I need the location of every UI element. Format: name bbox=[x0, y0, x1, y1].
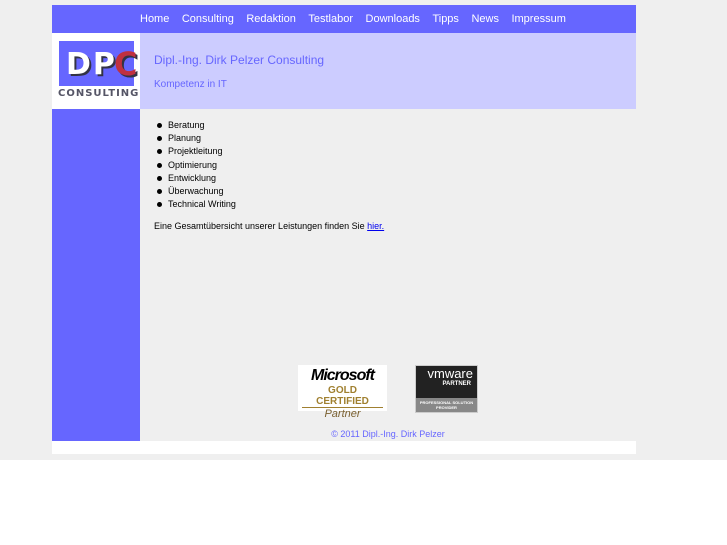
list-item: Entwicklung bbox=[157, 172, 636, 185]
ms-name: Microsoft bbox=[311, 367, 375, 384]
ms-level: GOLD CERTIFIED bbox=[302, 385, 383, 408]
copyright: © 2011 Dipl.-Ing. Dirk Pelzer bbox=[331, 429, 445, 439]
nav-news[interactable]: News bbox=[471, 13, 499, 25]
header: DP C CONSULTING Dipl.-Ing. Dirk Pelzer C… bbox=[52, 33, 636, 109]
list-item: Beratung bbox=[157, 119, 636, 132]
list-item: Planung bbox=[157, 132, 636, 145]
logo-subtitle: CONSULTING bbox=[58, 88, 140, 99]
nav-consulting[interactable]: Consulting bbox=[182, 13, 234, 25]
nav-testlabor[interactable]: Testlabor bbox=[308, 13, 353, 25]
vmware-badge: vmware PARTNER PROFESSIONAL SOLUTION PRO… bbox=[415, 365, 478, 413]
summary: Eine Gesamtübersicht unserer Leistungen … bbox=[154, 221, 384, 231]
vm-partner: PARTNER bbox=[442, 381, 471, 387]
services-list: Beratung Planung Projektleitung Optimier… bbox=[157, 119, 636, 211]
summary-link[interactable]: hier. bbox=[367, 221, 384, 231]
vm-level: PROFESSIONAL SOLUTION PROVIDER bbox=[416, 398, 477, 412]
list-item: Projektleitung bbox=[157, 145, 636, 158]
site-title: Dipl.-Ing. Dirk Pelzer Consulting bbox=[154, 53, 325, 67]
vm-name: vmware bbox=[427, 366, 473, 381]
nav-redaktion[interactable]: Redaktion bbox=[246, 13, 296, 25]
list-item: Überwachung bbox=[157, 185, 636, 198]
list-item: Optimierung bbox=[157, 159, 636, 172]
sidebar bbox=[52, 109, 140, 441]
nav-home[interactable]: Home bbox=[140, 13, 169, 25]
content-area: Beratung Planung Projektleitung Optimier… bbox=[52, 109, 636, 441]
top-nav: Home Consulting Redaktion Testlabor Down… bbox=[52, 5, 636, 33]
nav-impressum[interactable]: Impressum bbox=[511, 13, 565, 25]
nav-downloads[interactable]: Downloads bbox=[366, 13, 420, 25]
logo-c: C bbox=[114, 45, 138, 83]
list-item: Technical Writing bbox=[157, 198, 636, 211]
logo-text: DP bbox=[66, 47, 117, 82]
footer-strip bbox=[52, 441, 636, 454]
title-area: Dipl.-Ing. Dirk Pelzer Consulting Kompet… bbox=[140, 33, 636, 109]
microsoft-badge: Microsoft GOLD CERTIFIED Partner bbox=[298, 365, 387, 420]
ms-partner: Partner bbox=[324, 408, 361, 420]
nav-tipps[interactable]: Tipps bbox=[432, 13, 459, 25]
main-content: Beratung Planung Projektleitung Optimier… bbox=[140, 109, 636, 441]
dpc-logo[interactable]: DP C CONSULTING bbox=[52, 33, 140, 109]
page-container: Home Consulting Redaktion Testlabor Down… bbox=[52, 5, 636, 454]
site-subtitle: Kompetenz in IT bbox=[154, 79, 227, 90]
summary-text: Eine Gesamtübersicht unserer Leistungen … bbox=[154, 221, 368, 231]
